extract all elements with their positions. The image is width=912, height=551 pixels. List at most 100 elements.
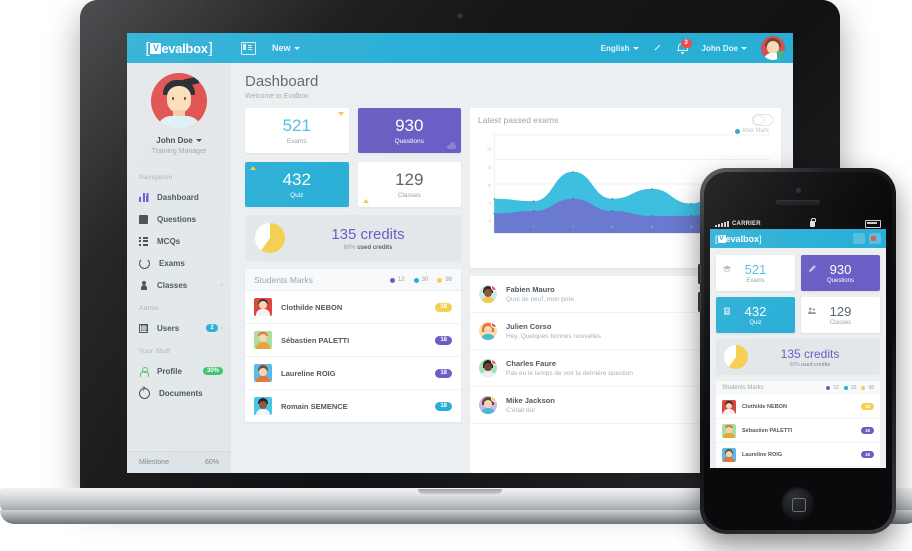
milestone-label: Milestone	[139, 459, 169, 466]
student-name: Laureline ROIG	[742, 451, 783, 458]
avatar	[254, 331, 272, 349]
sidebar-item-mcqs[interactable]: MCQs	[127, 230, 231, 252]
profile-progress-badge: 30%	[202, 367, 223, 375]
panel-title: Students Marks	[722, 385, 764, 391]
status-badge	[777, 51, 785, 59]
svg-text:0: 0	[489, 220, 491, 224]
stat-tile-classes[interactable]: 129 Classes	[357, 162, 461, 207]
left-column: 521 Exams 930 Questions 432 Quiz 129 Cla…	[245, 108, 461, 473]
stat-tile-exams[interactable]: 521 Exams	[245, 108, 349, 153]
sidebar-item-label: Dashboard	[157, 192, 199, 202]
sidebar-item-exams[interactable]: Exams	[127, 252, 231, 274]
new-menu-button[interactable]: New	[272, 43, 300, 53]
sidebar-item-questions[interactable]: Questions	[127, 208, 231, 230]
triangle-down-icon	[337, 112, 344, 116]
stat-label: Questions	[394, 137, 424, 145]
sidebar-user-card[interactable]: John Doe Training Manager	[127, 63, 231, 165]
table-row[interactable]: Clothilde NEBON 18	[245, 291, 461, 324]
sidebar-section-title: Admin	[139, 305, 159, 312]
chart-toggle[interactable]	[752, 114, 773, 126]
sidebar-item-profile[interactable]: Profile 30%	[127, 360, 231, 382]
marks-legend: 12 30 98	[389, 277, 452, 283]
table-row[interactable]: Sébastien PALETTI 18	[245, 324, 461, 357]
table-row[interactable]: Sébastien PALETTI 18	[716, 419, 880, 443]
stat-tiles: 521 Exams 930 Questions 432 Quiz 129 Cla…	[245, 108, 461, 207]
evalbox-logo: [Vevalbox]	[145, 39, 213, 57]
bell-icon[interactable]: 3	[676, 39, 692, 54]
stat-label: Quiz	[290, 191, 304, 199]
svg-text:3: 3	[611, 225, 613, 229]
table-row[interactable]: Laureline ROIG 18	[245, 357, 461, 390]
message-text: Mike Jackson C'était dur	[506, 396, 555, 414]
legend-item: 30	[843, 385, 856, 391]
triangle-up-icon	[362, 199, 369, 203]
attachment-icon[interactable]	[853, 233, 865, 244]
person-icon	[139, 280, 148, 290]
sidebar-item-dashboard[interactable]: Dashboard	[127, 186, 231, 208]
avatar	[479, 322, 497, 340]
stat-tile-classes[interactable]: 129 Classes	[801, 297, 880, 333]
laptop-base-notch	[418, 489, 502, 494]
sidebar-item-documents[interactable]: Documents	[127, 382, 231, 404]
svg-text:10: 10	[487, 184, 491, 188]
lock-icon	[810, 218, 817, 227]
stat-tile-exams[interactable]: 521 Exams	[716, 255, 795, 291]
volume-up-button[interactable]	[698, 264, 701, 284]
phone-credits-card[interactable]: 135 credits 60% used credits	[716, 339, 880, 375]
table-row[interactable]: Clothilde NEBON 18	[716, 395, 880, 419]
language-selector[interactable]: English	[601, 44, 639, 53]
message-sender: Julien Corso	[506, 322, 552, 331]
message-preview: Hey, Quelques bonnes nouvelles	[506, 333, 601, 340]
avatar[interactable]	[761, 36, 785, 60]
cloud-icon	[447, 142, 456, 149]
home-button[interactable]	[781, 487, 815, 521]
message-text: Charles Faure Pas eu le temps de voir la…	[506, 359, 633, 377]
screenshot-stage: [Vevalbox] New English 3 John Doe John D…	[0, 0, 912, 551]
phone-screen: CARRIER [Vevalbox] 521 Exams 930 Questio…	[710, 218, 886, 468]
table-row[interactable]: Sébastien PALETTI 18	[716, 467, 880, 468]
sidebar-section-title: Your Stuff	[139, 348, 171, 355]
bell-clapper	[680, 51, 684, 54]
unread-dot	[491, 285, 497, 291]
user-menu-button[interactable]: John Doe	[702, 44, 747, 53]
table-row[interactable]: Romain SEMENCE 18	[245, 390, 461, 422]
student-mark: 18	[435, 368, 452, 378]
message-sender: Mike Jackson	[506, 396, 555, 405]
student-name: Romain SEMENCE	[281, 401, 348, 411]
message-sender: Fabien Mauro	[506, 285, 555, 294]
stat-label: Questions	[826, 277, 854, 284]
message-text: Fabien Mauro Quoi de neuf, mon pote	[506, 285, 574, 303]
stat-label: Exams	[746, 277, 765, 284]
phone-stat-tiles: 521 Exams 930 Questions 432 Quiz 129 Cla…	[716, 255, 880, 333]
credits-card[interactable]: 135 credits 60% used credits	[245, 215, 461, 261]
expand-icon[interactable]	[653, 43, 663, 53]
stat-tile-quiz[interactable]: 432 Quiz	[716, 297, 795, 333]
stat-tile-questions[interactable]: 930 Questions	[357, 108, 461, 153]
table-row[interactable]: Laureline ROIG 18	[716, 443, 880, 467]
student-name: Sébastien PALETTI	[742, 427, 793, 434]
topbar-right: English 3 John Doe	[601, 36, 793, 60]
stat-tile-questions[interactable]: 930 Questions	[801, 255, 880, 291]
stat-tile-quiz[interactable]: 432 Quiz	[245, 162, 349, 207]
stat-value: 129	[395, 169, 424, 189]
chevron-down-icon	[741, 46, 747, 50]
page-title: Dashboard	[245, 73, 319, 90]
sidebar-item-label: Classes	[157, 280, 188, 290]
credits-percent: 60%	[343, 244, 356, 251]
brand-area[interactable]: [Vevalbox]	[127, 40, 231, 57]
user-menu-label: John Doe	[701, 43, 738, 53]
legend-item: 30	[413, 277, 428, 283]
student-name: Clothilde NEBON	[281, 302, 343, 312]
panel-header: Students Marks 12 30 98	[245, 269, 461, 291]
stat-value: 432	[744, 303, 767, 319]
chevron-down-icon	[195, 139, 202, 143]
sidebar-item-classes[interactable]: Classes ›	[127, 274, 231, 296]
volume-down-button[interactable]	[698, 292, 701, 312]
sidebar-item-users[interactable]: Users 2 ›	[127, 317, 231, 339]
chart-header: Latest passed exams	[478, 114, 773, 126]
student-mark: 18	[435, 401, 452, 411]
unread-dot	[491, 396, 497, 402]
user-menu-button[interactable]	[869, 233, 881, 244]
sidebar-toggle-icon[interactable]	[241, 41, 256, 55]
help-circle-icon	[139, 387, 150, 399]
